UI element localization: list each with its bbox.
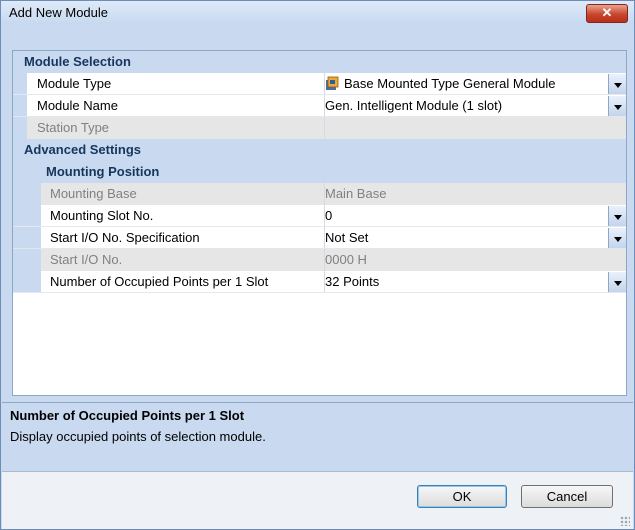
mounting-base-value: Main Base [325,186,387,201]
chevron-down-icon[interactable] [608,272,626,292]
occupied-points-label: Number of Occupied Points per 1 Slot [50,274,269,289]
description-panel: Number of Occupied Points per 1 Slot Dis… [2,402,633,471]
chevron-down-icon[interactable] [608,96,626,116]
row-module-name[interactable]: Module Name Gen. Intelligent Module (1 s… [13,95,626,117]
row-start-io-spec[interactable]: Start I/O No. Specification Not Set [13,227,626,249]
description-title: Number of Occupied Points per 1 Slot [10,408,245,423]
add-new-module-dialog: Add New Module ✕ Module Selection Module… [0,0,635,530]
category-label: Mounting Position [46,164,160,179]
ok-button[interactable]: OK [417,485,507,508]
row-occupied-points[interactable]: Number of Occupied Points per 1 Slot 32 … [13,271,626,293]
row-mounting-slot[interactable]: Mounting Slot No. 0 [13,205,626,227]
chevron-down-icon[interactable] [608,228,626,248]
module-name-value[interactable]: Gen. Intelligent Module (1 slot) [325,95,502,117]
start-io-no-label: Start I/O No. [50,252,123,267]
chevron-down-icon[interactable] [608,74,626,94]
description-body: Display occupied points of selection mod… [10,429,266,444]
window-title: Add New Module [9,5,108,20]
resize-grip-icon[interactable] [620,516,630,526]
module-name-label: Module Name [37,98,118,113]
category-advanced-settings[interactable]: Advanced Settings [13,139,626,161]
category-label: Advanced Settings [24,142,142,157]
mounting-base-label: Mounting Base [50,186,137,201]
title-bar: Add New Module ✕ [1,1,634,25]
start-io-spec-value[interactable]: Not Set [325,227,368,249]
start-io-no-value: 0000 H [325,252,367,267]
category-mounting-position[interactable]: Mounting Position [13,161,626,183]
station-type-label: Station Type [37,120,110,135]
category-label: Module Selection [24,54,131,69]
cancel-button[interactable]: Cancel [521,485,613,508]
chevron-down-icon[interactable] [608,206,626,226]
row-start-io-no: Start I/O No. 0000 H [13,249,626,271]
row-mounting-base: Mounting Base Main Base [13,183,626,205]
row-station-type: Station Type [13,117,626,139]
close-button[interactable]: ✕ [586,4,628,23]
dialog-footer: OK Cancel [2,471,633,529]
category-module-selection[interactable]: Module Selection [13,51,626,73]
module-type-value[interactable]: Base Mounted Type General Module [325,73,556,95]
property-grid: Module Selection Module Type Base Mounte… [12,50,627,396]
occupied-points-value[interactable]: 32 Points [325,271,380,293]
close-icon: ✕ [601,5,613,20]
mounting-slot-label: Mounting Slot No. [50,208,154,223]
start-io-spec-label: Start I/O No. Specification [50,230,200,245]
module-type-label: Module Type [37,76,112,91]
row-module-type[interactable]: Module Type Base Mounted Type General Mo… [13,73,626,95]
mounting-slot-value[interactable]: 0 [325,205,332,227]
module-icon [325,76,340,91]
